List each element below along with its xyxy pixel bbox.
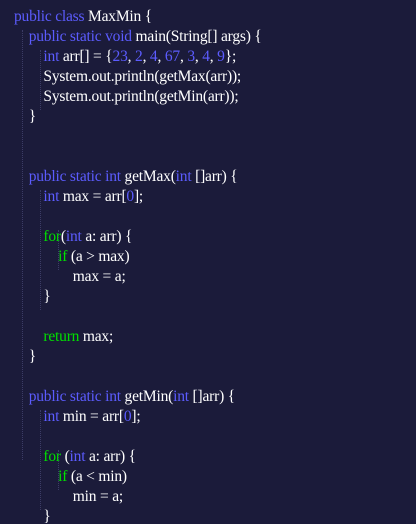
code-text: , [127, 48, 135, 65]
code-text: a: arr) { [85, 228, 133, 245]
code-line: for(int a: arr) { [14, 227, 416, 247]
keyword-token: int [43, 408, 63, 425]
code-line: } [14, 507, 416, 524]
keyword-token: public static void [28, 28, 136, 45]
indent-guide [58, 450, 59, 490]
code-line: if (a < min) [14, 467, 416, 487]
code-text: }; [224, 48, 237, 65]
code-text: getMin( [124, 388, 174, 405]
code-text: a: arr) { [88, 448, 136, 465]
code-line: int max = arr[0]; [14, 187, 416, 207]
keyword-token: int [175, 168, 196, 185]
code-text: ]; [131, 408, 141, 425]
code-line: public class MaxMin { [14, 7, 416, 27]
code-line: if (a > max) [14, 247, 416, 267]
indent-guide [40, 190, 41, 310]
code-text: max = arr[ [62, 188, 127, 205]
code-line: public static void main(String[] args) { [14, 27, 416, 47]
code-text: } [14, 108, 36, 125]
number-token: 2 [135, 48, 143, 65]
indent-guide [40, 50, 41, 110]
indent-guide [58, 230, 59, 270]
code-text: , [157, 48, 165, 65]
keyword-token: public class [14, 8, 89, 25]
code-line: return max; [14, 327, 416, 347]
keyword-token: public static int [28, 388, 125, 405]
keyword-token: int [43, 48, 63, 65]
keyword-token: public static int [28, 168, 125, 185]
control-keyword-token: if [58, 248, 71, 265]
number-token: 23 [112, 48, 128, 65]
code-text: MaxMin { [88, 8, 152, 25]
indent-guide [22, 30, 23, 460]
code-line: int arr[] = {23, 2, 4, 67, 3, 4, 9}; [14, 47, 416, 67]
code-text: , [142, 48, 150, 65]
code-line: public static int getMin(int []arr) { [14, 387, 416, 407]
control-keyword-token: return [43, 328, 83, 345]
code-line: int min = arr[0]; [14, 407, 416, 427]
code-text: (a > max) [70, 248, 130, 265]
code-text: []arr) { [195, 168, 238, 185]
code-line: System.out.println(getMax(arr)); [14, 67, 416, 87]
keyword-token: int [69, 448, 89, 465]
code-text: main(String[] args) { [135, 28, 262, 45]
code-line: } [14, 347, 416, 367]
code-text: } [14, 508, 51, 524]
code-line: for (int a: arr) { [14, 447, 416, 467]
indent-guide [40, 410, 41, 510]
code-lines: public class MaxMin { public static void… [14, 7, 416, 524]
number-token: 4 [202, 48, 210, 65]
code-text: } [14, 288, 51, 305]
code-line: min = a; [14, 487, 416, 507]
code-line: } [14, 107, 416, 127]
code-text: System.out.println(getMin(arr)); [14, 88, 239, 105]
code-line: max = a; [14, 267, 416, 287]
code-text: (a < min) [70, 468, 127, 485]
keyword-token: int [173, 388, 193, 405]
code-text: []arr) { [192, 388, 236, 405]
number-token: 0 [126, 188, 134, 205]
code-text: System.out.println(getMax(arr)); [14, 68, 242, 85]
code-text: max = a; [14, 268, 126, 285]
keyword-token: int [43, 188, 63, 205]
code-line: System.out.println(getMin(arr)); [14, 87, 416, 107]
code-text: max; [82, 328, 114, 345]
code-text: min = a; [14, 488, 123, 505]
keyword-token: int [65, 228, 86, 245]
control-keyword-token: if [58, 468, 71, 485]
code-text: } [14, 348, 36, 365]
code-text: ]; [133, 188, 144, 205]
number-token: 67 [164, 48, 180, 65]
control-keyword-token: for [43, 448, 65, 465]
code-text: min = arr[ [62, 408, 124, 425]
code-line: } [14, 287, 416, 307]
code-editor[interactable]: public class MaxMin { public static void… [0, 0, 416, 524]
code-text: arr[] = { [62, 48, 113, 65]
code-line: public static int getMax(int []arr) { [14, 167, 416, 187]
number-token: 9 [217, 48, 225, 65]
code-text: getMax( [124, 168, 176, 185]
number-token: 3 [187, 48, 195, 65]
